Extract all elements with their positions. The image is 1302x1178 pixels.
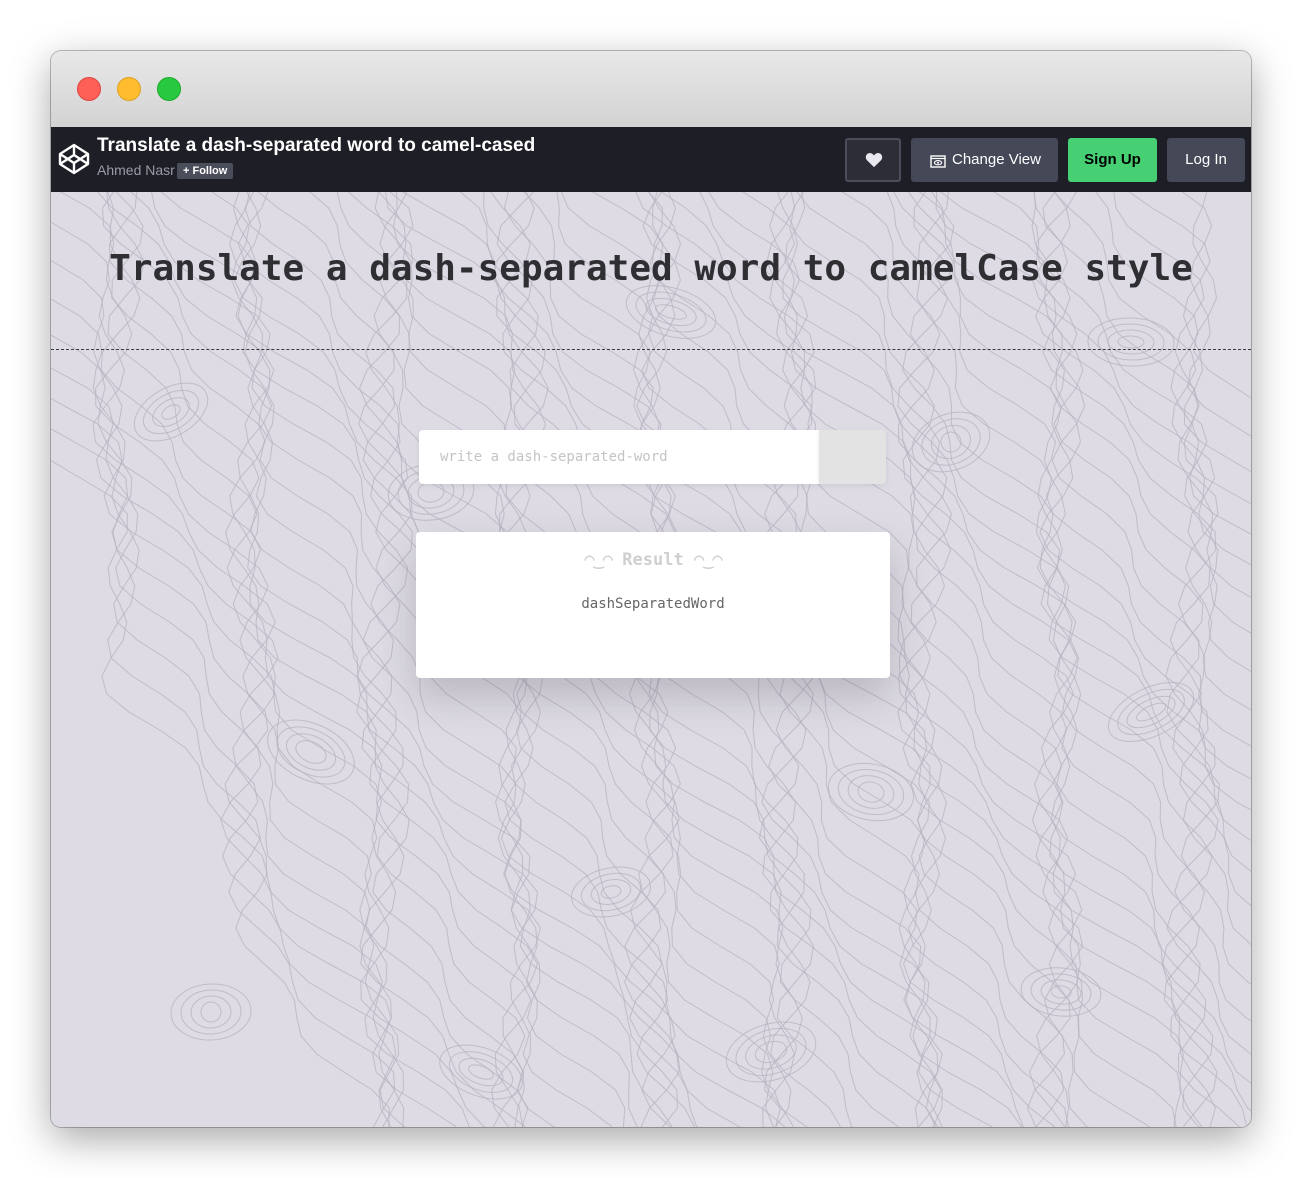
window-minimize-button[interactable] [117,77,141,101]
pen-author-link[interactable]: Ahmed Nasr [97,162,175,178]
follow-button[interactable]: + Follow [177,163,234,179]
result-value: dashSeparatedWord [581,596,725,612]
browser-window: Translate a dash-separated word to camel… [51,51,1251,1127]
pen-title: Translate a dash-separated word to camel… [97,135,536,156]
heart-icon [865,153,883,168]
change-view-button[interactable]: Change View [911,138,1058,182]
result-face-right: ◠‿◠ [693,550,723,570]
heart-button[interactable] [845,138,901,182]
convert-button[interactable] [819,430,886,484]
page-heading: Translate a dash-separated word to camel… [109,248,1193,289]
pen-preview: Translate a dash-separated word to camel… [51,192,1251,1127]
signup-button[interactable]: Sign Up [1068,138,1157,182]
change-view-icon [930,155,946,168]
dash-word-input[interactable] [419,430,819,484]
window-zoom-button[interactable] [157,77,181,101]
result-title-label: Result [622,550,684,570]
result-card: ◠‿◠ Result ◠‿◠ dashSeparatedWord [416,532,890,678]
result-title: ◠‿◠ Result ◠‿◠ [416,550,890,570]
window-titlebar [51,51,1251,128]
heading-divider [51,349,1251,350]
result-face-left: ◠‿◠ [584,550,613,570]
window-close-button[interactable] [77,77,101,101]
change-view-label: Change View [952,151,1041,168]
codepen-logo-icon[interactable] [57,142,91,176]
login-button[interactable]: Log In [1167,138,1245,182]
codepen-header: Translate a dash-separated word to camel… [51,127,1251,192]
